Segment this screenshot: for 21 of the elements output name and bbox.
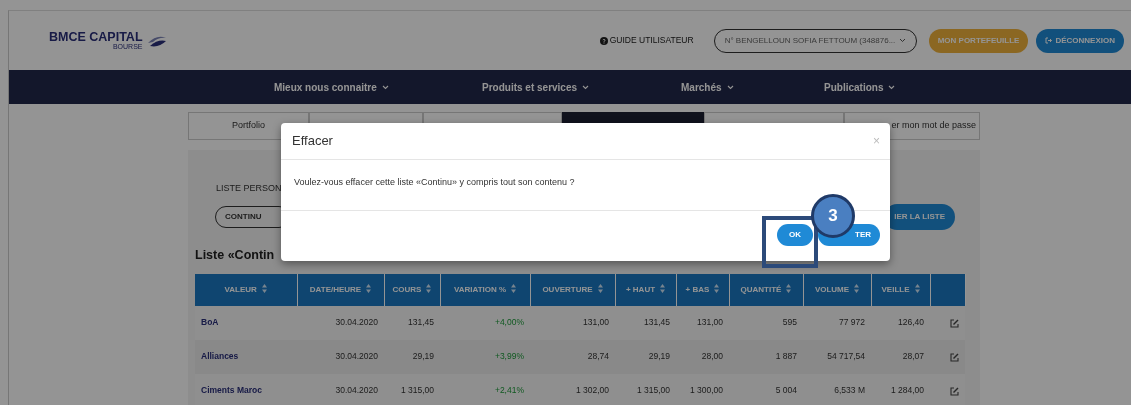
- table-cell: +3,99%: [440, 339, 530, 374]
- table-cell: 131,45: [615, 305, 676, 340]
- table-cell: 28,07: [871, 339, 930, 374]
- table-cell: 29,19: [384, 339, 440, 374]
- table-cell: 131,00: [530, 305, 615, 340]
- table-cell: 29,19: [615, 339, 676, 374]
- table-cell: +4,00%: [440, 305, 530, 340]
- table-cell: 28,00: [676, 339, 729, 374]
- table-cell: 595: [729, 305, 803, 340]
- list-title: Liste «Contin: [195, 247, 276, 264]
- table-cell: 131,45: [384, 305, 440, 340]
- table-cell: 30.04.2020: [297, 339, 384, 374]
- table-cell: 30.04.2020: [297, 305, 384, 340]
- table-cell: 77 972: [803, 305, 871, 340]
- table-cell: 54 717,54: [803, 339, 871, 374]
- logo-name: BMCE CAPITAL: [49, 30, 143, 44]
- table-cell: 126,40: [871, 305, 930, 340]
- table-cell: 1 887: [729, 339, 803, 374]
- table-cell: 131,00: [676, 305, 729, 340]
- list-label: LISTE PERSON: [216, 182, 282, 195]
- table-cell: 28,74: [530, 339, 615, 374]
